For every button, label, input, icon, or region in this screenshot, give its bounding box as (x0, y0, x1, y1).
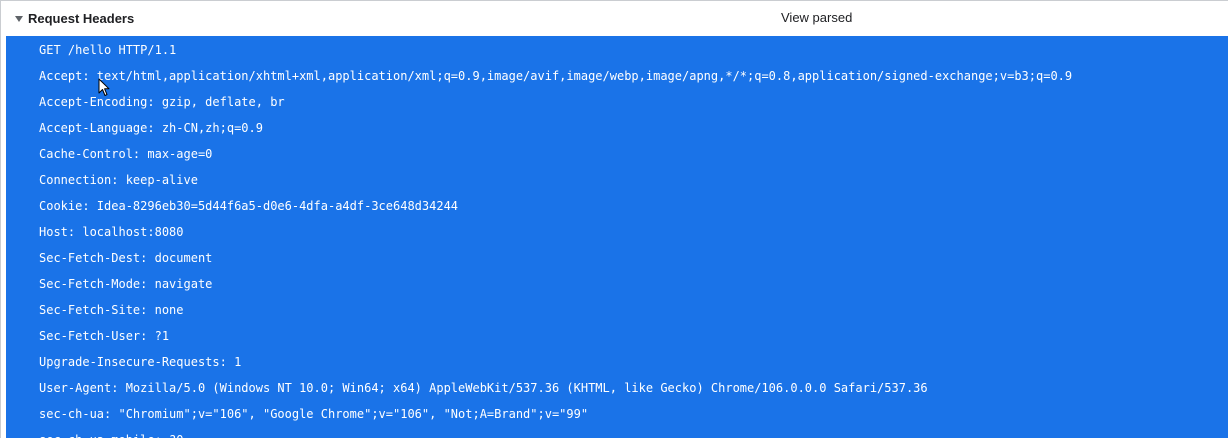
request-headers-panel: Request Headers View parsed GET /hello H… (0, 0, 1228, 438)
view-parsed-button[interactable]: View parsed (781, 1, 852, 35)
header-line-accept-language: Accept-Language: zh-CN,zh;q=0.9 (39, 121, 263, 135)
header-line-accept-encoding: Accept-Encoding: gzip, deflate, br (39, 95, 285, 109)
header-line-upgrade-insecure-requests: Upgrade-Insecure-Requests: 1 (39, 355, 242, 369)
header-line-sec-fetch-mode: Sec-Fetch-Mode: navigate (39, 277, 213, 291)
request-line: GET /hello HTTP/1.1 (39, 43, 177, 57)
header-lines: GET /hello HTTP/1.1 Accept: text/html,ap… (6, 36, 1228, 438)
expand-triangle-icon[interactable] (15, 15, 23, 22)
header-line-sec-ch-ua: sec-ch-ua: "Chromium";v="106", "Google C… (39, 407, 589, 421)
section-title: Request Headers (28, 10, 135, 26)
header-line-connection: Connection: keep-alive (39, 173, 198, 187)
request-headers-toggle[interactable]: Request Headers (15, 1, 134, 35)
header-line-sec-fetch-user: Sec-Fetch-User: ?1 (39, 329, 170, 343)
header-line-accept: Accept: text/html,application/xhtml+xml,… (39, 69, 1073, 83)
header-line-host: Host: localhost:8080 (39, 225, 184, 239)
header-line-sec-fetch-site: Sec-Fetch-Site: none (39, 303, 184, 317)
header-line-user-agent: User-Agent: Mozilla/5.0 (Windows NT 10.0… (39, 381, 928, 395)
header-line-cookie: Cookie: Idea-8296eb30=5d44f6a5-d0e6-4dfa… (39, 199, 459, 213)
raw-headers-source[interactable]: GET /hello HTTP/1.1 Accept: text/html,ap… (6, 36, 1228, 438)
header-line-sec-fetch-dest: Sec-Fetch-Dest: document (39, 251, 213, 265)
request-headers-section-header: Request Headers View parsed (1, 1, 1228, 35)
header-line-cache-control: Cache-Control: max-age=0 (39, 147, 213, 161)
header-line-sec-ch-ua-mobile: sec-ch-ua-mobile: ?0 (39, 427, 1228, 438)
